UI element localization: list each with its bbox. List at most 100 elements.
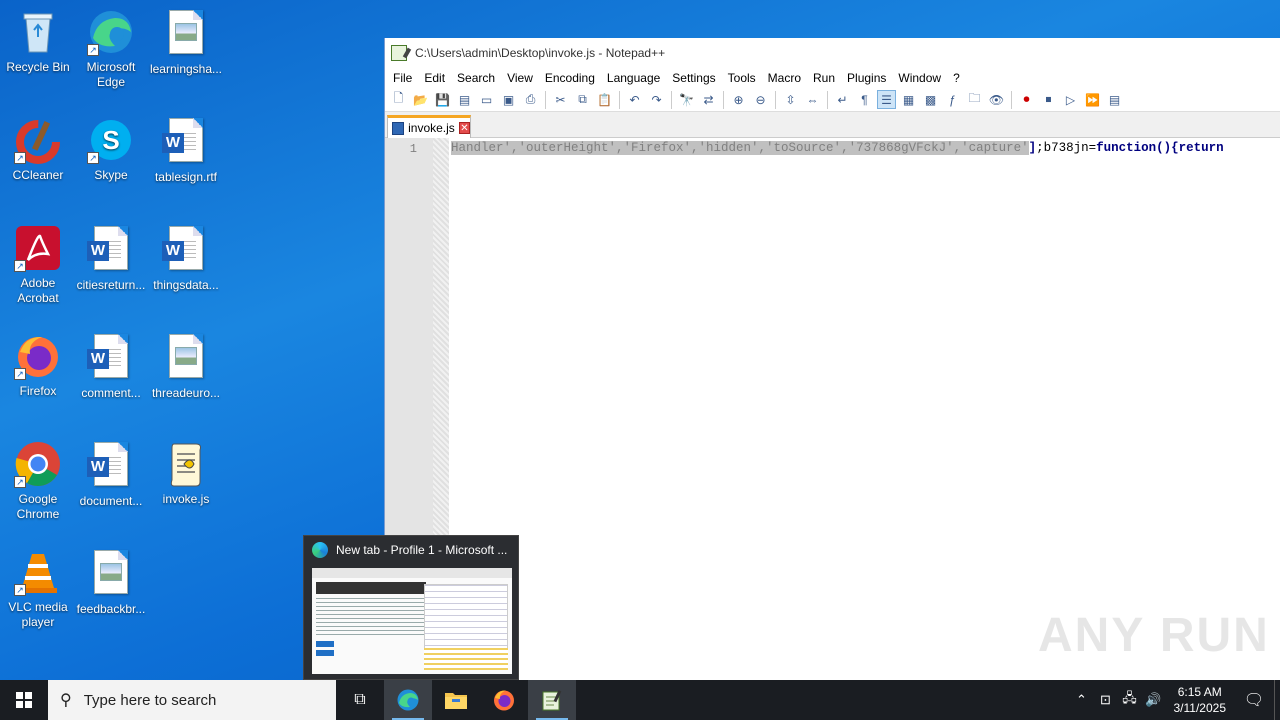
window-titlebar[interactable]: C:\Users\admin\Desktop\invoke.js - Notep… <box>385 38 1280 67</box>
copy-icon[interactable]: ⧉ <box>573 90 592 109</box>
notification-icon[interactable]: 🗨 <box>1234 690 1274 710</box>
icon-label: VLC media player <box>8 600 68 629</box>
taskbar-file-explorer-button[interactable] <box>432 680 480 720</box>
taskbar: ⚲ Type here to search ⧉ ⌃ ⊡ 🖧 🔊 6:15 AM … <box>0 680 1280 720</box>
desktop-icon-document[interactable]: W document... <box>73 440 149 509</box>
cut-icon[interactable]: ✂ <box>551 90 570 109</box>
zoom-in-icon[interactable]: ⊕ <box>729 90 748 109</box>
redo-icon[interactable]: ↷ <box>647 90 666 109</box>
zoom-out-icon[interactable]: ⊖ <box>751 90 770 109</box>
icon-label: threadeuro... <box>151 386 221 400</box>
start-button[interactable] <box>0 680 48 720</box>
desktop-icon-threadeuro[interactable]: threadeuro... <box>148 332 224 401</box>
menu-search[interactable]: Search <box>451 71 501 85</box>
desktop-icon-comment[interactable]: W comment... <box>73 332 149 401</box>
show-hidden-icons-icon[interactable]: ⌃ <box>1070 692 1094 708</box>
script-file-icon <box>162 440 210 488</box>
desktop-icon-citiesreturn[interactable]: W citiesreturn... <box>73 224 149 293</box>
svg-text:S: S <box>102 125 119 155</box>
replace-icon[interactable]: ⇄ <box>699 90 718 109</box>
desktop-icon-ccleaner[interactable]: ↗ CCleaner <box>0 116 76 183</box>
sync-vertical-icon[interactable]: ⇳ <box>781 90 800 109</box>
vlc-icon: ↗ <box>14 548 62 596</box>
volume-icon[interactable]: 🔊 <box>1142 692 1166 708</box>
shortcut-arrow-icon: ↗ <box>14 368 26 380</box>
menu-window[interactable]: Window <box>892 71 947 85</box>
taskbar-firefox-button[interactable] <box>480 680 528 720</box>
selected-code: Handler','outerHeight','Firefox','hidden… <box>451 141 1029 155</box>
desktop-icon-google-chrome[interactable]: ↗ Google Chrome <box>0 440 76 522</box>
desktop-icon-thingsdata[interactable]: W thingsdata... <box>148 224 224 293</box>
word-wrap-icon[interactable]: ↵ <box>833 90 852 109</box>
taskbar-edge-button[interactable] <box>384 680 432 720</box>
chrome-icon: ↗ <box>14 440 62 488</box>
taskbar-notepadpp-button[interactable] <box>528 680 576 720</box>
icon-label: document... <box>79 494 143 508</box>
menu-run[interactable]: Run <box>807 71 841 85</box>
show-desktop-button[interactable] <box>1274 680 1280 720</box>
desktop-icon-firefox[interactable]: ↗ Firefox <box>0 332 76 399</box>
folder-workspace-icon[interactable]: 🗀 <box>965 90 984 109</box>
monitoring-icon[interactable]: 👁 <box>987 90 1006 109</box>
network-icon[interactable]: 🖧 <box>1118 689 1142 711</box>
icon-label: invoke.js <box>162 492 210 506</box>
print-icon[interactable]: ⎙ <box>521 90 540 109</box>
menu-edit[interactable]: Edit <box>418 71 451 85</box>
code-text[interactable]: Handler','outerHeight','Firefox','hidden… <box>449 138 1280 680</box>
meet-now-icon[interactable]: ⊡ <box>1094 692 1118 708</box>
close-file-icon[interactable]: ▭ <box>477 90 496 109</box>
paste-icon[interactable]: 📋 <box>595 90 614 109</box>
tab-invoke-js[interactable]: invoke.js ✕ <box>387 115 471 138</box>
desktop-icon-feedbackbr[interactable]: feedbackbr... <box>73 548 149 617</box>
menu-view[interactable]: View <box>501 71 539 85</box>
image-file-icon <box>162 334 210 382</box>
desktop-icon-adobe-acrobat[interactable]: ↗ Adobe Acrobat <box>0 224 76 306</box>
task-view-button[interactable]: ⧉ <box>336 680 384 720</box>
doc-map-icon[interactable]: ▩ <box>921 90 940 109</box>
clock[interactable]: 6:15 AM 3/11/2025 <box>1166 684 1235 716</box>
show-all-chars-icon[interactable]: ¶ <box>855 90 874 109</box>
undo-icon[interactable]: ↶ <box>625 90 644 109</box>
record-macro-icon[interactable]: ⏺ <box>1017 90 1036 109</box>
close-tab-icon[interactable]: ✕ <box>458 122 470 134</box>
edge-icon <box>312 542 328 558</box>
indent-guide-icon[interactable]: ☰ <box>877 90 896 109</box>
menu-plugins[interactable]: Plugins <box>841 71 892 85</box>
menu-file[interactable]: File <box>387 71 418 85</box>
toolbar-separator <box>545 90 546 109</box>
icon-label: Skype <box>94 168 128 182</box>
menu-language[interactable]: Language <box>601 71 666 85</box>
run-macro-multiple-icon[interactable]: ⏩ <box>1083 90 1102 109</box>
desktop-icon-skype[interactable]: S ↗ Skype <box>73 116 149 183</box>
desktop-icon-vlc[interactable]: ↗ VLC media player <box>0 548 76 630</box>
sync-horizontal-icon[interactable]: ⇔ <box>803 90 822 109</box>
save-icon[interactable]: 💾 <box>433 90 452 109</box>
menu-encoding[interactable]: Encoding <box>539 71 601 85</box>
find-icon[interactable]: 🔭 <box>677 90 696 109</box>
desktop-icon-learningsha[interactable]: learningsha... <box>148 8 224 77</box>
shortcut-arrow-icon: ↗ <box>14 260 26 272</box>
desktop-icon-recycle-bin[interactable]: Recycle Bin <box>0 8 76 75</box>
task-view-icon: ⧉ <box>354 691 366 708</box>
close-all-icon[interactable]: ▣ <box>499 90 518 109</box>
desktop-icon-tablesign[interactable]: W tablesign.rtf <box>148 116 224 185</box>
menu-macro[interactable]: Macro <box>762 71 807 85</box>
taskbar-search-box[interactable]: ⚲ Type here to search <box>48 680 336 720</box>
stop-macro-icon[interactable]: ⏹ <box>1039 90 1058 109</box>
edge-icon <box>397 689 419 711</box>
anyrun-watermark: ANY RUN <box>1038 609 1270 662</box>
menu-settings[interactable]: Settings <box>666 71 721 85</box>
play-macro-icon[interactable]: ▷ <box>1061 90 1080 109</box>
new-file-icon[interactable]: 🗋 <box>389 90 408 109</box>
editor-area[interactable]: 1 Handler','outerHeight','Firefox','hidd… <box>385 138 1280 680</box>
function-list-icon[interactable]: ƒ <box>943 90 962 109</box>
desktop-icon-microsoft-edge[interactable]: ↗ Microsoft Edge <box>73 8 149 90</box>
open-file-icon[interactable]: 📂 <box>411 90 430 109</box>
taskbar-thumbnail-preview[interactable]: New tab - Profile 1 - Microsoft ... <box>303 535 519 680</box>
save-all-icon[interactable]: ▤ <box>455 90 474 109</box>
desktop-icon-invoke-js[interactable]: invoke.js <box>148 440 224 507</box>
save-macro-icon[interactable]: ▤ <box>1105 90 1124 109</box>
udl-icon[interactable]: ▦ <box>899 90 918 109</box>
menu-tools[interactable]: Tools <box>722 71 762 85</box>
menu-help[interactable]: ? <box>947 71 966 85</box>
